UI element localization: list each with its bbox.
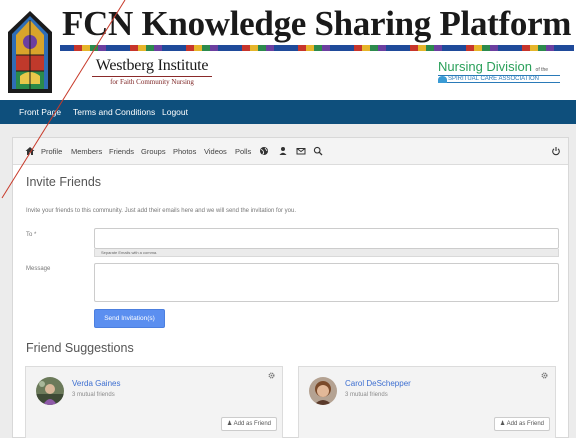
search-icon[interactable] (313, 146, 323, 156)
westberg-rule (92, 76, 212, 77)
nav-logout[interactable]: Logout (162, 100, 188, 124)
avatar-photo (309, 377, 337, 405)
to-help-text: Separate Emails with a comma. (94, 249, 559, 257)
stained-glass-stripe (60, 45, 574, 51)
add-as-friend-label: Add as Friend (506, 421, 544, 427)
site-header: FCN Knowledge Sharing Platform Westberg … (0, 0, 576, 100)
toolbar-polls[interactable]: Polls (235, 138, 251, 165)
nursing-division-text: Nursing Division (438, 59, 532, 74)
main-container: Profile Members Friends Groups Photos Vi… (12, 137, 569, 438)
add-as-friend-button[interactable]: ♟ Add as Friend (220, 417, 277, 431)
nav-terms-and-conditions[interactable]: Terms and Conditions (73, 100, 155, 124)
wave-icon (438, 76, 447, 83)
message-field[interactable] (94, 263, 559, 302)
top-navbar: Front Page Terms and Conditions Logout (0, 100, 576, 124)
friend-name-link[interactable]: Carol DeSchepper (345, 379, 411, 388)
globe-icon[interactable] (259, 146, 269, 156)
add-as-friend-label: Add as Friend (233, 421, 271, 427)
westberg-name: Westberg Institute (95, 57, 209, 74)
westberg-subtitle: for Faith Community Nursing (110, 78, 194, 86)
invite-friends-heading: Invite Friends (26, 175, 102, 189)
power-icon[interactable] (551, 146, 561, 156)
nursing-of-the: of the (535, 67, 549, 73)
nursing-division-name: Nursing Division of the (438, 59, 560, 74)
site-title: FCN Knowledge Sharing Platform (62, 4, 572, 43)
mutual-friends-count: 3 mutual friends (345, 392, 388, 398)
toolbar-photos[interactable]: Photos (173, 138, 196, 165)
add-user-icon: ♟ (499, 421, 506, 427)
avatar[interactable] (309, 377, 337, 405)
toolbar-members[interactable]: Members (71, 138, 102, 165)
send-invitations-button[interactable]: Send Invitation(s) (94, 309, 165, 328)
user-icon[interactable] (278, 146, 288, 156)
to-email-field[interactable] (94, 228, 559, 249)
to-label: To * (26, 232, 37, 238)
toolbar-videos[interactable]: Videos (204, 138, 227, 165)
home-icon[interactable] (25, 146, 35, 156)
invite-intro-text: Invite your friends to this community. J… (26, 208, 297, 214)
nursing-division-logo[interactable]: Nursing Division of the SPIRITUAL CARE A… (438, 59, 560, 83)
stained-glass-window-logo (8, 11, 52, 93)
nav-front-page[interactable]: Front Page (19, 100, 61, 124)
friend-name-link[interactable]: Verda Gaines (72, 379, 120, 388)
spiritual-care-association: SPIRITUAL CARE ASSOCIATION (438, 75, 560, 83)
mutual-friends-count: 3 mutual friends (72, 392, 115, 398)
association-name: SPIRITUAL CARE ASSOCIATION (448, 76, 540, 82)
friend-suggestions-heading: Friend Suggestions (26, 341, 134, 355)
add-as-friend-button[interactable]: ♟ Add as Friend (493, 417, 550, 431)
mail-icon[interactable] (296, 146, 306, 156)
gear-icon[interactable] (268, 372, 275, 379)
toolbar-profile[interactable]: Profile (41, 138, 62, 165)
toolbar-groups[interactable]: Groups (141, 138, 166, 165)
gear-icon[interactable] (541, 372, 548, 379)
friend-suggestion-card: Verda Gaines 3 mutual friends ♟ Add as F… (25, 366, 283, 438)
avatar[interactable] (36, 377, 64, 405)
westberg-institute-logo[interactable]: Westberg Institute for Faith Community N… (92, 57, 212, 86)
community-toolbar: Profile Members Friends Groups Photos Vi… (13, 138, 568, 165)
message-label: Message (26, 266, 51, 272)
toolbar-friends[interactable]: Friends (109, 138, 134, 165)
add-user-icon: ♟ (226, 421, 233, 427)
friend-suggestion-card: Carol DeSchepper 3 mutual friends ♟ Add … (298, 366, 556, 438)
avatar-photo (36, 377, 64, 405)
